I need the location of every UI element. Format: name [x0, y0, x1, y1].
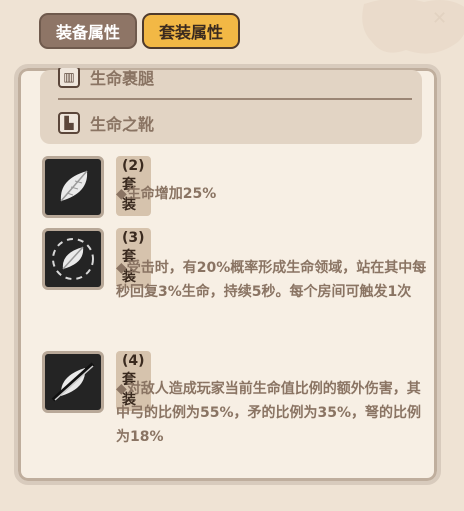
equipment-item-legs[interactable]: ▥ 生命裹腿 — [58, 68, 155, 92]
set-description: ◆生命增加25% — [116, 186, 217, 202]
tab-equipment-attributes[interactable]: 装备属性 — [39, 13, 137, 49]
set-description: ◆对敌人造成玩家当前生命值比例的额外伤害，其中弓的比例为55%，矛的比例为35%… — [116, 381, 422, 445]
divider — [58, 98, 412, 100]
tab-set-attributes[interactable]: 套装属性 — [142, 13, 240, 49]
boots-icon: ▙ — [58, 112, 80, 134]
svg-text:✕: ✕ — [432, 8, 447, 29]
map-decoration: ✕ — [362, 0, 464, 54]
leaf-icon — [42, 156, 104, 218]
equipment-list[interactable]: ▥ 生命裹腿 ▙ 生命之靴 — [40, 68, 422, 144]
equipment-item-boots[interactable]: ▙ 生命之靴 — [58, 108, 154, 138]
set-description: ◆受击时，有20%概率形成生命领域，站在其中每秒回复3%生命，持续5秒。每个房间… — [116, 260, 427, 300]
leaf-ring-icon — [42, 228, 104, 290]
equipment-label: 生命之靴 — [90, 115, 155, 134]
legs-icon: ▥ — [58, 68, 80, 88]
set-attributes-panel: ▥ 生命裹腿 ▙ 生命之靴 (2)套装 ◆生命增加25% (3)套装 ◆受击时，… — [14, 64, 441, 485]
leaf-slash-icon — [42, 351, 104, 413]
equipment-label: 生命裹腿 — [90, 69, 155, 88]
